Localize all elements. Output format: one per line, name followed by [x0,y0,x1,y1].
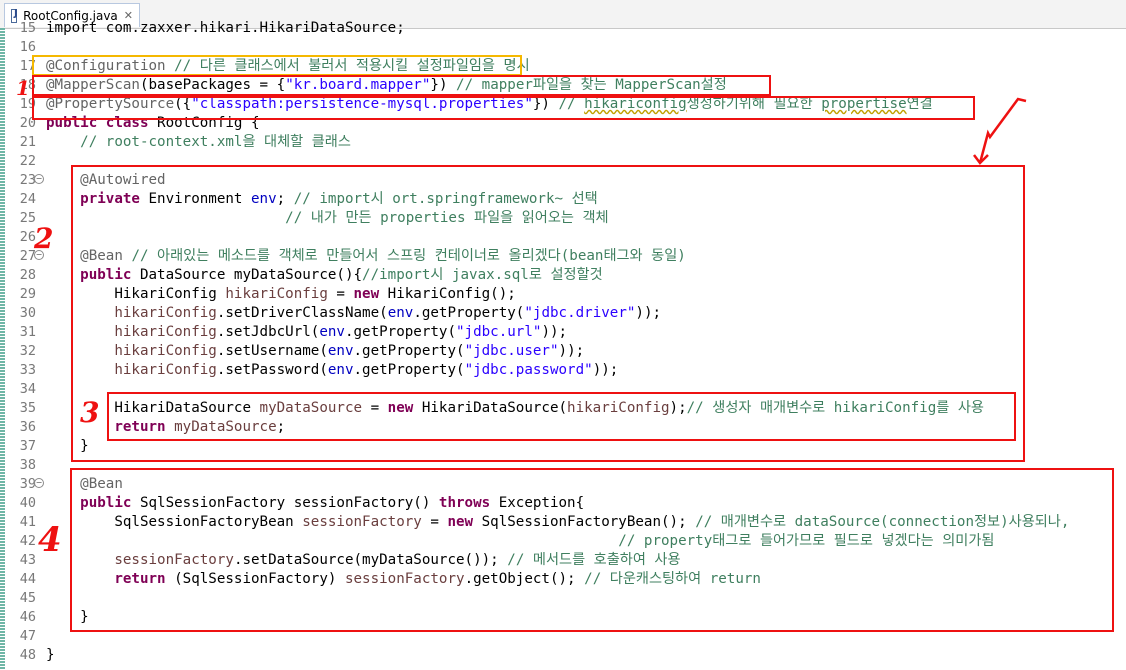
line-number: 26 [19,229,36,245]
marker-1: 1 [16,76,30,100]
line-number: 39 [19,476,36,492]
line-number: 36 [19,419,36,435]
code-text: import com.zaxxer.hikari.HikariDataSourc… [46,19,405,38]
marker-4: 4 [38,520,62,560]
code-text: } [46,646,55,665]
line-number: 23 [19,172,36,188]
line-number: 15 [19,20,36,36]
line-number: 29 [19,286,36,302]
line-number: 46 [19,609,36,625]
line-number: 44 [19,571,36,587]
annotation-box-mapperscan [32,75,771,96]
line-number: 27 [19,248,36,264]
marker-2: 2 [34,222,54,255]
code-token: // root-context.xml을 대체할 클래스 [80,134,351,150]
code-token: import com.zaxxer.hikari.HikariDataSourc… [46,20,405,36]
fold-toggle-icon[interactable]: − [34,174,44,184]
line-number: 43 [19,552,36,568]
line-number: 21 [19,134,36,150]
annotation-box-propertysource [32,96,975,120]
line-number: 37 [19,438,36,454]
marker-3: 3 [80,396,100,429]
line-number: 35 [19,400,36,416]
line-number: 42 [19,533,36,549]
line-number: 32 [19,343,36,359]
code-line[interactable]: 15 import com.zaxxer.hikari.HikariDataSou… [0,19,1126,38]
line-number: 38 [19,457,36,473]
annotation-box-configuration [32,55,522,76]
line-number: 28 [19,267,36,283]
annotation-box-hikari-return [107,392,1016,441]
line-number: 24 [19,191,36,207]
line-number: 33 [19,362,36,378]
line-number: 47 [19,628,36,644]
annotation-box-sessionfactory [70,468,1114,632]
code-token: } [46,647,55,663]
line-number: 45 [19,590,36,606]
line-number: 25 [19,210,36,226]
line-number: 40 [19,495,36,511]
code-text: // root-context.xml을 대체할 클래스 [46,133,351,152]
line-number: 41 [19,514,36,530]
line-number: 48 [19,647,36,663]
code-line[interactable]: 48} [0,646,1126,665]
line-number: 22 [19,153,36,169]
annotation-arrow [973,97,1027,165]
line-number: 31 [19,324,36,340]
fold-toggle-icon[interactable]: − [34,478,44,488]
line-number: 30 [19,305,36,321]
line-number: 34 [19,381,36,397]
code-line[interactable]: 21 // root-context.xml을 대체할 클래스 [0,133,1126,152]
